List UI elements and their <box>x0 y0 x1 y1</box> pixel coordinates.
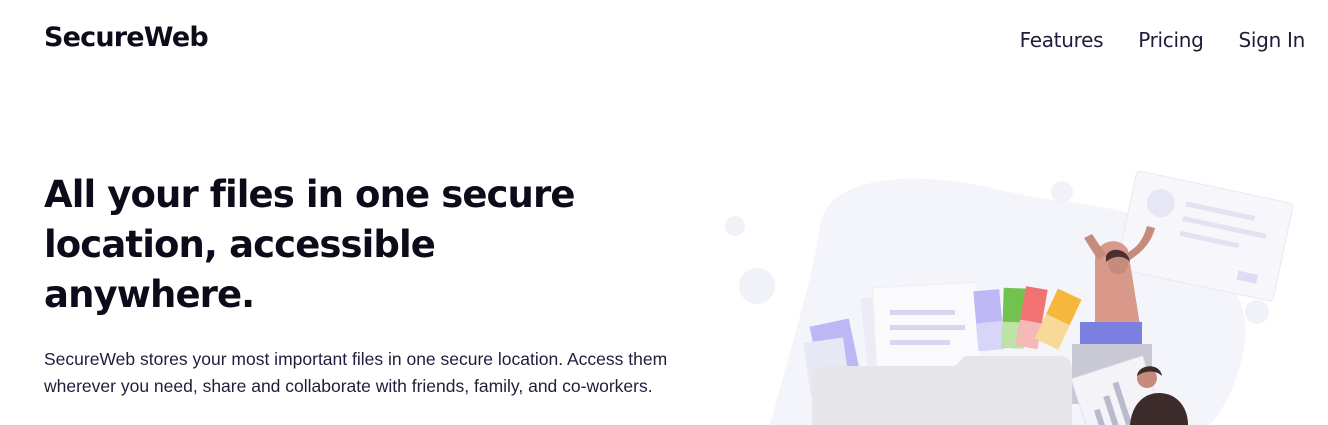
main-nav: Features Pricing Sign In <box>985 28 1306 52</box>
deco-circle <box>1245 300 1269 324</box>
folder-icon <box>812 356 1072 425</box>
hero-title: All your files in one secure location, a… <box>44 173 575 316</box>
nav-pricing-link[interactable]: Pricing <box>1138 28 1204 52</box>
deco-circle <box>725 216 745 236</box>
file-sharing-illustration <box>725 170 1294 425</box>
nav-features-link[interactable]: Features <box>1020 28 1104 52</box>
hero-description: SecureWeb stores your most important fil… <box>44 349 668 396</box>
landing-page: SecureWeb Features Pricing Sign In All y… <box>0 0 1328 425</box>
brand-logo[interactable]: SecureWeb <box>44 22 209 53</box>
deco-circle <box>739 268 775 304</box>
deco-circle <box>1051 181 1073 203</box>
nav-sign-in-link[interactable]: Sign In <box>1239 28 1306 52</box>
